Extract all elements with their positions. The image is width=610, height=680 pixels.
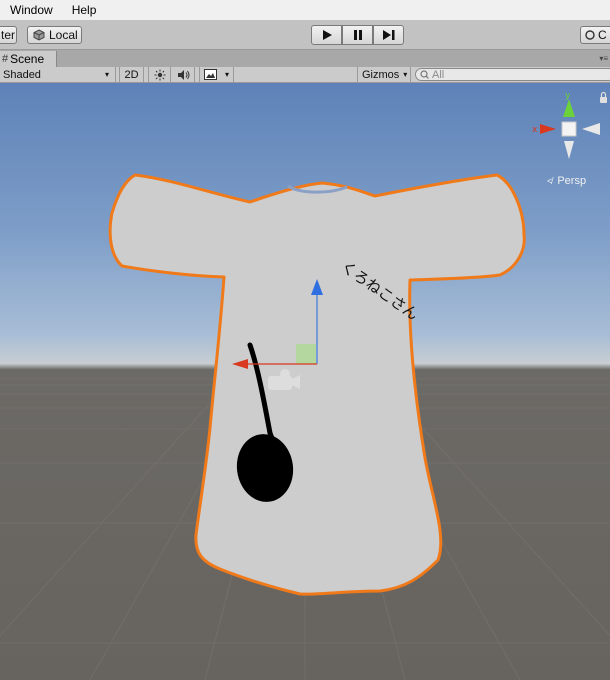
scene-toolbar: Shaded ▾ 2D ▾ Gizmos ▾ All (0, 67, 610, 83)
cube-icon (33, 29, 45, 41)
collab-label: C (598, 28, 607, 42)
local-global-toggle-button[interactable]: Local (27, 26, 82, 44)
effects-dropdown[interactable]: ▾ (199, 67, 234, 82)
projection-toggle[interactable]: ≮ Persp (547, 175, 586, 187)
perspective-icon: ≮ (547, 176, 553, 186)
pause-icon (353, 30, 362, 40)
cloud-check-icon (585, 30, 595, 40)
gizmos-arrow-icon: ▾ (403, 70, 408, 79)
local-global-label: Local (49, 28, 78, 42)
panel-menu-icon[interactable]: ▾≡ (599, 54, 608, 63)
projection-label: Persp (557, 175, 587, 187)
pivot-toggle-button[interactable]: ter (0, 26, 17, 44)
audio-toggle-button[interactable] (172, 67, 195, 82)
image-icon (204, 69, 217, 80)
main-toolbar: ter Local C (0, 20, 610, 50)
menu-window[interactable]: Window (0, 3, 62, 17)
tab-bar: # Scene ▾≡ (0, 50, 610, 67)
orientation-gizmo[interactable] (540, 99, 600, 159)
lighting-toggle-button[interactable] (148, 67, 171, 82)
orientation-x-label: x (532, 125, 538, 135)
lock-icon (600, 91, 607, 103)
menu-bar: Window Help (0, 0, 610, 20)
pivot-toggle-label: ter (1, 28, 16, 42)
gizmos-label: Gizmos (362, 68, 400, 81)
tab-scene-label: Scene (10, 52, 45, 66)
scene-search-placeholder: All (432, 68, 445, 81)
orientation-y-label: y (565, 91, 571, 101)
scene-view-graphics: くろねこさん y x (0, 91, 610, 680)
play-button[interactable] (311, 25, 342, 45)
pause-button[interactable] (342, 25, 373, 45)
grid-icon: # (2, 53, 9, 65)
gizmos-dropdown[interactable]: Gizmos ▾ (357, 67, 411, 82)
dropdown-arrow-icon: ▾ (104, 70, 109, 79)
scene-viewport[interactable]: くろねこさん y x ≮ Persp (0, 83, 610, 680)
step-icon (382, 30, 394, 40)
tab-scene[interactable]: # Scene (0, 51, 57, 67)
collab-button[interactable]: C (580, 26, 610, 44)
effects-arrow-icon: ▾ (225, 70, 230, 79)
shading-mode-label: Shaded (3, 68, 41, 81)
play-icon (322, 30, 332, 40)
menu-help[interactable]: Help (62, 3, 106, 17)
search-icon (420, 70, 429, 79)
2d-label: 2D (124, 68, 139, 81)
2d-toggle-button[interactable]: 2D (119, 67, 144, 82)
speaker-icon (177, 69, 189, 80)
sun-icon (154, 69, 165, 80)
shading-mode-dropdown[interactable]: Shaded ▾ (0, 67, 116, 82)
scene-search-field[interactable]: All (415, 68, 610, 81)
play-controls (311, 25, 404, 45)
step-button[interactable] (373, 25, 404, 45)
